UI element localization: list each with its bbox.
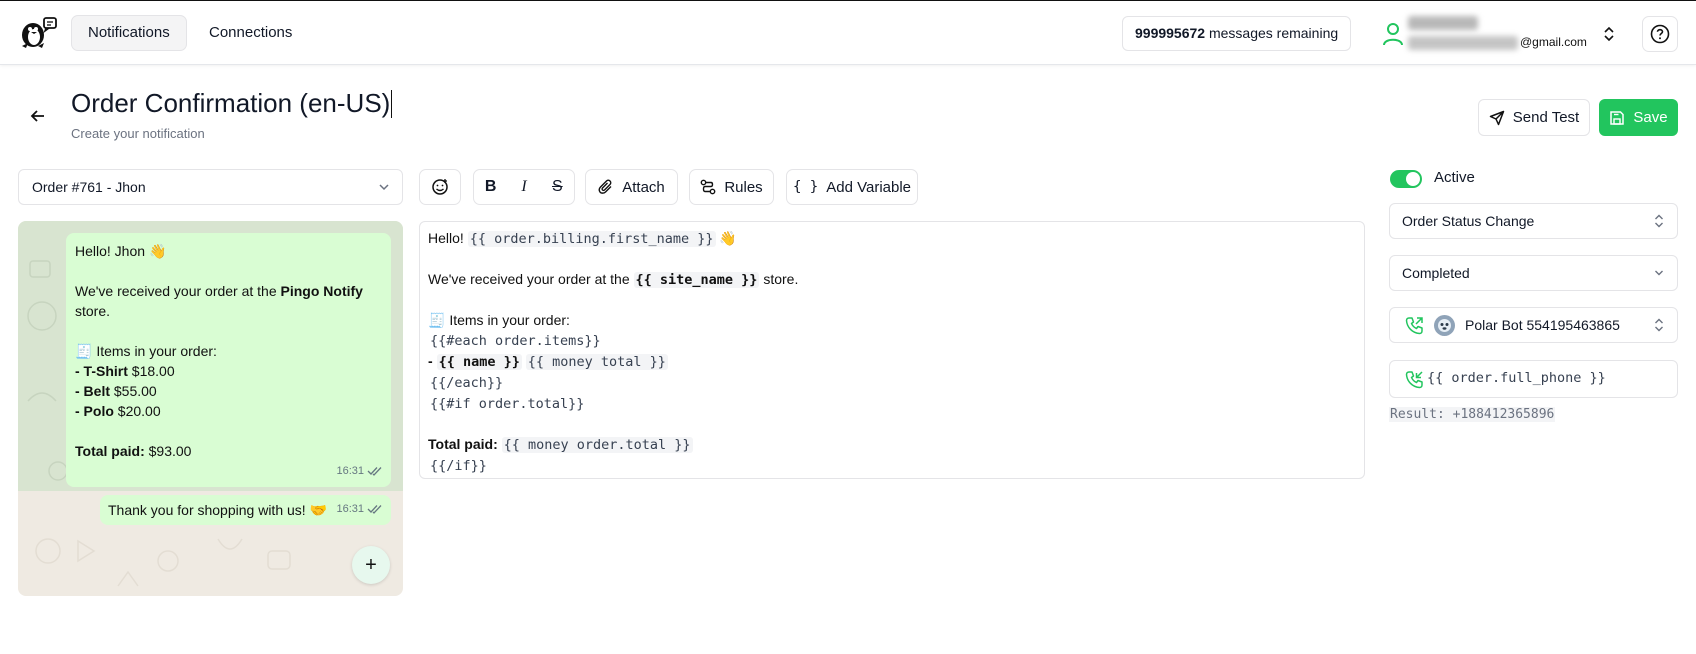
each-open-tag: {{#each order.items}}: [430, 333, 601, 349]
route-icon: [700, 179, 716, 195]
rules-button[interactable]: Rules: [689, 169, 774, 205]
save-icon: [1610, 110, 1625, 125]
braces-icon: { }: [792, 179, 819, 195]
penguin-logo-icon[interactable]: [18, 15, 58, 49]
phone-incoming-icon: [1405, 371, 1423, 389]
order-select-value: Order #761 - Jhon: [32, 179, 146, 195]
variable-money-total: {{ money total }}: [525, 354, 668, 370]
preview-store-name: Pingo Notify: [280, 283, 363, 299]
preview-item: - Belt $55.00: [75, 383, 157, 399]
receipt-emoji: 🧾: [75, 343, 93, 359]
help-icon: [1650, 24, 1670, 44]
preview-items-heading: Items in your order:: [96, 343, 217, 359]
wave-emoji: 👋: [148, 243, 167, 259]
trigger-value: Order Status Change: [1402, 213, 1535, 229]
phone-variable-input[interactable]: {{ order.full_phone }}: [1389, 360, 1678, 398]
chevron-up-down-icon: [1604, 26, 1614, 42]
bot-name: Polar Bot 554195463865: [1465, 317, 1620, 333]
preview-total: Total paid: $93.00: [75, 443, 192, 459]
bold-button[interactable]: B: [474, 170, 507, 204]
if-open-tag: {{#if order.total}}: [430, 396, 585, 412]
add-variable-button[interactable]: { } Add Variable: [786, 169, 918, 205]
tab-notifications[interactable]: Notifications: [71, 15, 187, 51]
active-toggle[interactable]: [1390, 170, 1422, 188]
add-variable-label: Add Variable: [826, 178, 912, 196]
page-subtitle: Create your notification: [71, 126, 205, 141]
account-email: @gmail.com: [1520, 35, 1587, 49]
chevron-up-down-icon: [1655, 214, 1663, 228]
active-label: Active: [1434, 169, 1475, 186]
save-label: Save: [1633, 109, 1668, 126]
order-select[interactable]: Order #761 - Jhon: [18, 169, 403, 205]
send-test-button[interactable]: Send Test: [1478, 99, 1590, 136]
attach-label: Attach: [622, 178, 665, 196]
preview-received-text: We've received your order at the: [75, 283, 281, 299]
save-button[interactable]: Save: [1599, 99, 1678, 136]
chevron-down-icon: [379, 184, 389, 191]
preview-greeting: Hello! Jhon: [75, 243, 146, 259]
messages-label: messages remaining: [1208, 25, 1339, 41]
top-bar: Notifications Connections 999995672 mess…: [0, 0, 1696, 65]
variable-site-name: {{ site_name }}: [633, 272, 760, 288]
status-select[interactable]: Completed: [1389, 255, 1678, 291]
chevron-up-down-icon: [1655, 318, 1663, 332]
user-icon: [1383, 23, 1403, 46]
send-icon: [1489, 110, 1505, 125]
double-check-icon: [367, 505, 382, 514]
format-toolbar: B I S: [473, 169, 575, 205]
bot-face-icon: [1438, 319, 1451, 332]
rules-label: Rules: [724, 178, 763, 196]
account-name-redacted: [1408, 16, 1478, 30]
whatsapp-preview: Hello! Jhon 👋 We've received your order …: [18, 221, 403, 596]
message-time: 16:31: [336, 500, 383, 518]
paperclip-icon: [598, 179, 612, 194]
smiley-plus-icon: [432, 179, 448, 195]
messages-remaining-badge: 999995672 messages remaining: [1122, 16, 1352, 51]
phone-variable-value: {{ order.full_phone }}: [1427, 370, 1606, 386]
trigger-select[interactable]: Order Status Change: [1389, 203, 1678, 239]
preview-received-suffix: store.: [75, 303, 111, 319]
variable-first-name: {{ order.billing.first_name }}: [467, 231, 716, 247]
page-title[interactable]: Order Confirmation (en-US): [71, 88, 393, 119]
italic-button[interactable]: I: [507, 170, 540, 204]
bot-avatar: [1434, 315, 1455, 336]
text-caret: [391, 90, 393, 118]
each-close-tag: {{/each}}: [430, 375, 504, 391]
if-close-tag: {{/if}}: [430, 458, 487, 474]
variable-name: {{ name }}: [436, 354, 522, 370]
message-bubble: Hello! Jhon 👋 We've received your order …: [66, 233, 391, 487]
phone-outgoing-icon: [1405, 317, 1423, 335]
back-arrow-icon[interactable]: [28, 106, 48, 126]
preview-item: - Polo $20.00: [75, 403, 161, 419]
variable-money-order-total: {{ money order.total }}: [501, 437, 693, 453]
account-switcher[interactable]: @gmail.com: [1382, 13, 1614, 55]
message-editor[interactable]: Hello! {{ order.billing.first_name }} 👋 …: [419, 221, 1365, 479]
add-message-button[interactable]: +: [352, 546, 390, 584]
chevron-down-icon: [1655, 270, 1663, 276]
send-test-label: Send Test: [1512, 109, 1580, 126]
preview-item: - T-Shirt $18.00: [75, 363, 175, 379]
bot-select[interactable]: Polar Bot 554195463865: [1389, 307, 1678, 343]
message-time: 16:31: [336, 461, 383, 481]
strikethrough-button[interactable]: S: [541, 170, 574, 204]
account-email-redacted: [1408, 36, 1518, 50]
messages-count: 999995672: [1135, 25, 1206, 41]
preview-thanks-text: Thank you for shopping with us! 🤝: [108, 502, 327, 518]
page-title-text: Order Confirmation (en-US): [71, 88, 391, 118]
emoji-button[interactable]: [419, 169, 461, 205]
tab-connections[interactable]: Connections: [193, 15, 308, 51]
attach-button[interactable]: Attach: [585, 169, 678, 205]
phone-result: Result: +188412365896: [1389, 407, 1556, 422]
double-check-icon: [367, 467, 382, 476]
help-button[interactable]: [1642, 16, 1678, 52]
message-bubble-thanks: Thank you for shopping with us! 🤝 16:31: [100, 495, 391, 525]
status-value: Completed: [1402, 265, 1470, 281]
